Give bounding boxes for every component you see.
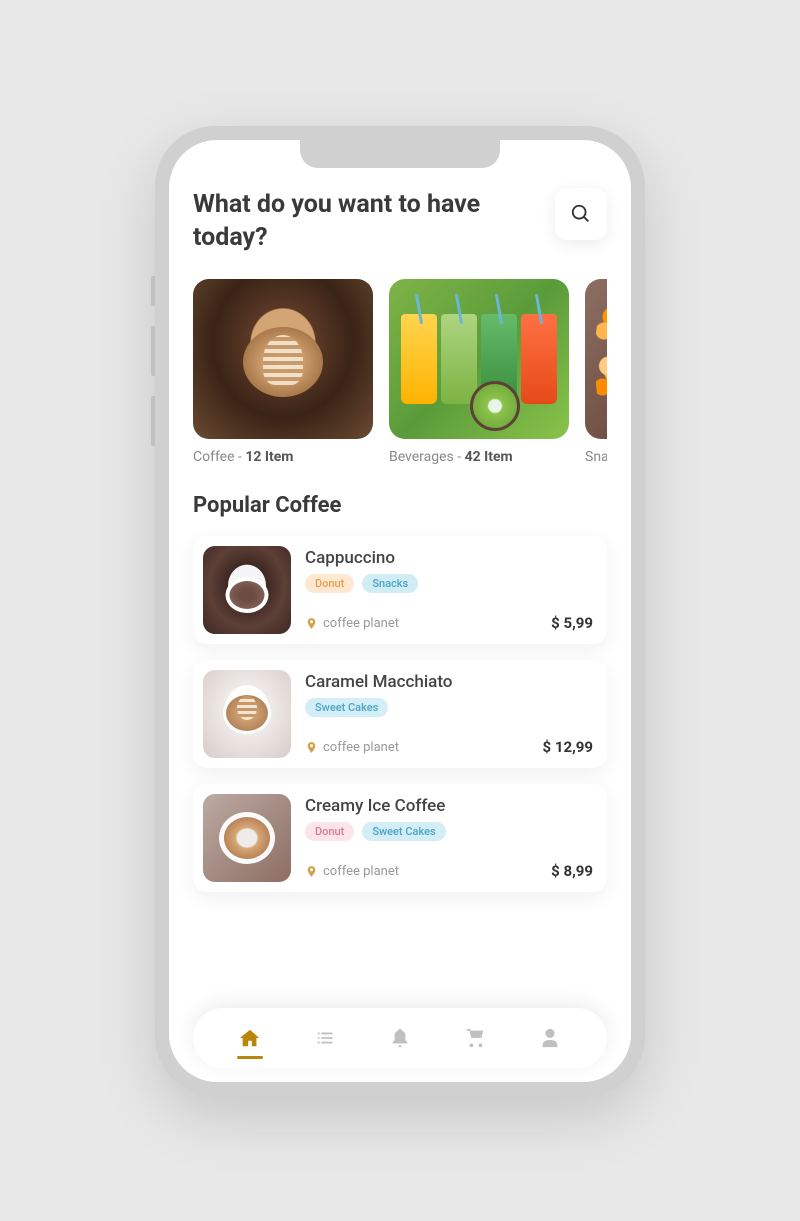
product-name: Creamy Ice Coffee [305, 796, 593, 816]
page-title: What do you want to have today? [193, 188, 513, 256]
product-image [203, 794, 291, 882]
product-price: $ 12,99 [543, 738, 593, 756]
product-image [203, 546, 291, 634]
product-image [203, 670, 291, 758]
nav-profile[interactable] [535, 1019, 565, 1057]
vendor-name: coffee planet [323, 616, 399, 631]
bell-icon [389, 1027, 411, 1049]
product-card[interactable]: Cappuccino Donut Snacks coffee planet [193, 536, 607, 644]
category-image [193, 279, 373, 439]
product-vendor: coffee planet [305, 864, 399, 879]
search-button[interactable] [555, 188, 607, 240]
category-count: 12 Item [245, 449, 293, 465]
nav-list[interactable] [310, 1019, 340, 1057]
category-name: Coffee [193, 449, 235, 465]
cart-icon [464, 1027, 486, 1049]
nav-cart[interactable] [460, 1019, 490, 1057]
category-label: Beverages - 42 Item [389, 449, 569, 465]
search-icon [570, 203, 592, 225]
product-tags: Sweet Cakes [305, 698, 593, 717]
product-tags: Donut Snacks [305, 574, 593, 593]
tag: Sweet Cakes [305, 698, 388, 717]
location-pin-icon [305, 865, 318, 878]
phone-notch [300, 140, 500, 168]
category-image [585, 279, 607, 439]
product-list: Cappuccino Donut Snacks coffee planet [193, 536, 607, 892]
product-vendor: coffee planet [305, 616, 399, 631]
category-count: 42 Item [465, 449, 513, 465]
nav-home[interactable] [235, 1019, 265, 1057]
phone-screen: What do you want to have today? Coffee -… [169, 140, 631, 1082]
phone-side-buttons [151, 276, 155, 466]
section-title-popular: Popular Coffee [193, 493, 607, 518]
tag: Donut [305, 822, 354, 841]
product-price: $ 8,99 [551, 862, 593, 880]
category-card-snacks[interactable]: Snack [585, 279, 607, 465]
phone-frame: What do you want to have today? Coffee -… [155, 126, 645, 1096]
tag: Snacks [362, 574, 418, 593]
tag: Donut [305, 574, 354, 593]
product-card[interactable]: Creamy Ice Coffee Donut Sweet Cakes coff… [193, 784, 607, 892]
vendor-name: coffee planet [323, 740, 399, 755]
product-card[interactable]: Caramel Macchiato Sweet Cakes coffee pla… [193, 660, 607, 768]
list-icon [314, 1027, 336, 1049]
home-icon [239, 1027, 261, 1049]
product-name: Caramel Macchiato [305, 672, 593, 692]
category-card-beverages[interactable]: Beverages - 42 Item [389, 279, 569, 465]
product-vendor: coffee planet [305, 740, 399, 755]
category-card-coffee[interactable]: Coffee - 12 Item [193, 279, 373, 465]
location-pin-icon [305, 741, 318, 754]
product-tags: Donut Sweet Cakes [305, 822, 593, 841]
tag: Sweet Cakes [362, 822, 445, 841]
category-scroller[interactable]: Coffee - 12 Item Beverages - 42 Item [193, 279, 607, 465]
category-label: Coffee - 12 Item [193, 449, 373, 465]
product-price: $ 5,99 [551, 614, 593, 632]
category-image [389, 279, 569, 439]
category-name: Beverages [389, 449, 454, 465]
product-name: Cappuccino [305, 548, 593, 568]
nav-notifications[interactable] [385, 1019, 415, 1057]
location-pin-icon [305, 617, 318, 630]
bottom-nav [193, 1008, 607, 1068]
user-icon [539, 1027, 561, 1049]
category-label: Snack [585, 449, 607, 465]
category-name: Snack [585, 449, 607, 465]
vendor-name: coffee planet [323, 864, 399, 879]
